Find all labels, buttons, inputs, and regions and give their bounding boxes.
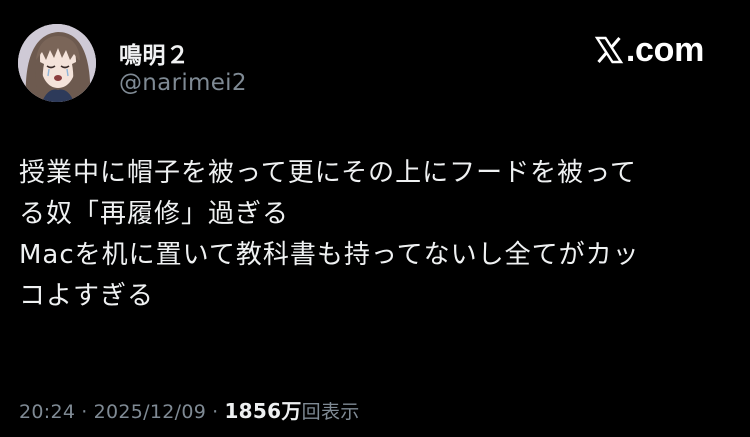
tweet-time[interactable]: 20:24 [19,401,75,423]
meta-separator: · [81,401,88,423]
tweet-text-line: Macを机に置いて教科書も持ってないし全てがカッ [19,240,640,270]
tweet-text: 授業中に帽子を被って更にその上にフードを被って る奴「再履修」過ぎる Macを机… [19,153,719,317]
tweet-text-line: る奴「再履修」過ぎる [19,199,290,229]
brand-domain: .com [625,31,704,69]
author-display-name[interactable]: 鳴明２ [119,36,190,70]
tweet-text-line: 授業中に帽子を被って更にその上にフードを被って [19,158,637,188]
tweet-card: 鳴明２ @narimei2 .com 授業中に帽子を被って更にその上にフードを被… [0,0,750,437]
tweet-meta: 20:24 · 2025/12/09 · 1856万 回表示 [19,395,360,424]
views-count: 1856万 [224,399,302,423]
avatar[interactable] [18,24,96,102]
tweet-date[interactable]: 2025/12/09 [94,401,207,423]
views-label: 回表示 [301,401,360,423]
x-logo-icon [594,36,624,64]
avatar-image [18,24,96,102]
author-handle[interactable]: @narimei2 [119,70,247,96]
meta-separator: · [212,401,219,423]
brand-logo: .com [594,30,704,70]
tweet-text-line: コよすぎる [19,281,155,311]
